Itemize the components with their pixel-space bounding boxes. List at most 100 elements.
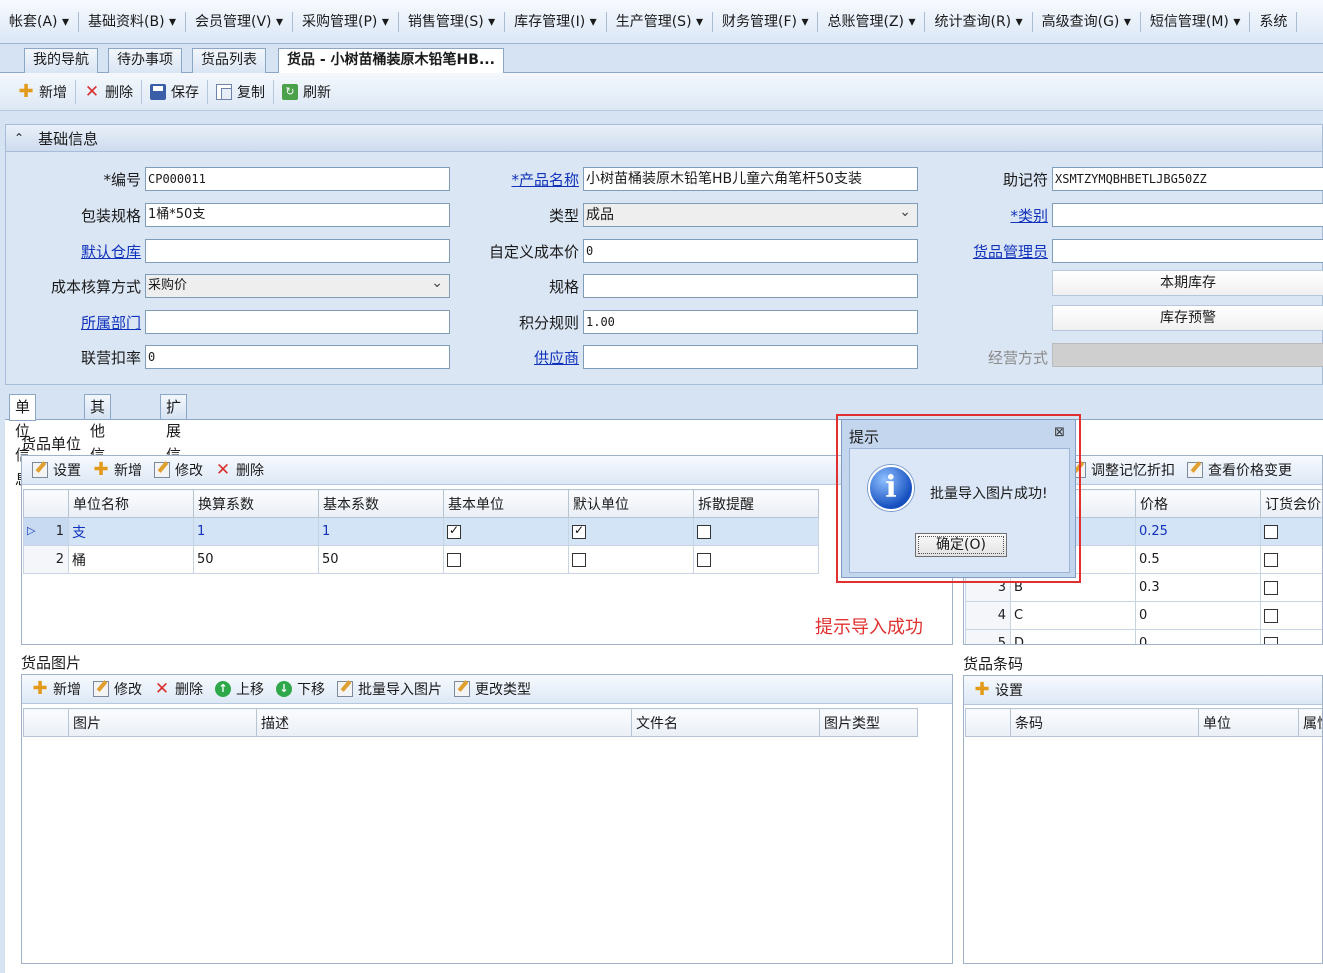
tab-unit-info[interactable]: 单位信息 [9,394,37,488]
images-delete-button[interactable]: ✕ 删除 [148,677,209,701]
unit-name-cell[interactable]: 支 [68,517,194,546]
menu-item-system[interactable]: 系统 [1250,11,1298,32]
tab-product-detail[interactable]: 货品 - 小树苗桶装原木铅笔HB... [278,48,504,74]
category-field[interactable] [1052,203,1323,227]
order-fair-checkbox[interactable] [1264,580,1278,595]
col-unit-name[interactable]: 单位名称 [68,489,194,518]
menu-item-production[interactable]: 生产管理(S) ▾ [607,11,714,32]
menu-item-member[interactable]: 会员管理(V) ▾ [186,11,294,32]
save-button[interactable]: 保存 [142,79,208,104]
points-field[interactable]: 1.00 [583,310,918,334]
tab-other-info[interactable]: 其他信息 [84,394,112,488]
copy-button[interactable]: 复制 [208,79,274,104]
menu-item-sms[interactable]: 短信管理(M) ▾ [1141,11,1251,32]
product-name-field[interactable]: 小树苗桶装原木铅笔HB儿童六角笔杆50支装 [583,167,918,191]
menu-item-basic-data[interactable]: 基础资料(B) ▾ [79,11,187,32]
refresh-button[interactable]: ↻ 刷新 [274,80,339,104]
table-row[interactable]: ▷ 1 支 1 1 [23,517,819,546]
price-cell[interactable]: 0.5 [1135,545,1261,574]
price-cell[interactable]: 0.25 [1135,517,1261,546]
type-select[interactable]: 成品 [583,203,918,227]
basic-info-header[interactable]: ⌃ 基础信息 [5,124,1323,152]
col-split-reminder[interactable]: 拆散提醒 [693,489,819,518]
collapse-icon[interactable]: ⌃ [14,131,24,145]
supplier-link[interactable]: 供应商 [470,348,579,368]
change-type-button[interactable]: 更改类型 [448,677,537,701]
menu-item-advanced-query[interactable]: 高级查询(G) ▾ [1033,11,1141,32]
default-unit-checkbox[interactable] [572,552,586,567]
supplier-field[interactable] [583,345,918,369]
split-reminder-checkbox[interactable] [697,524,711,539]
category-link[interactable]: *类别 [945,206,1048,226]
order-fair-checkbox[interactable] [1264,608,1278,623]
move-down-button[interactable]: ↓ 下移 [270,677,331,701]
department-field[interactable] [145,310,450,334]
col-default-unit[interactable]: 默认单位 [568,489,694,518]
price-cell[interactable]: 0.3 [1135,573,1261,602]
unit-name-cell[interactable]: 桶 [68,545,194,574]
warehouse-field[interactable] [145,239,450,263]
mnemonic-field[interactable]: XSMTZYMQBHBETLJBG50ZZ [1052,167,1323,191]
code-field[interactable]: CP000011 [145,167,450,191]
barcodes-settings-button[interactable]: ✚ 设置 [968,678,1029,702]
cost-method-select[interactable]: 采购价 [145,274,450,298]
menu-item-purchase[interactable]: 采购管理(P) ▾ [293,11,399,32]
table-row[interactable]: 2 桶 50 50 [23,545,819,574]
menu-item-account[interactable]: 帐套(A) ▾ [0,11,79,32]
factor-cell[interactable]: 1 [193,517,319,546]
menu-item-statistics[interactable]: 统计查询(R) ▾ [925,11,1033,32]
ok-button[interactable]: 确定(O) [915,533,1007,557]
col-barcode[interactable]: 条码 [1010,708,1199,737]
base-cell[interactable]: 1 [318,517,444,546]
menu-item-ledger[interactable]: 总账管理(Z) ▾ [818,11,926,32]
delete-button[interactable]: ✕ 删除 [76,79,142,104]
col-conversion-factor[interactable]: 换算系数 [193,489,319,518]
units-add-button[interactable]: ✚ 新增 [87,458,148,482]
custom-cost-field[interactable]: 0 [583,239,918,263]
col-price[interactable]: 价格 [1135,489,1261,518]
warehouse-link[interactable]: 默认仓库 [40,242,141,262]
order-fair-checkbox[interactable] [1264,524,1278,539]
col-order-fair-price[interactable]: 订货会价 [1260,489,1322,518]
units-delete-button[interactable]: ✕ 删除 [209,458,270,482]
price-name-cell[interactable]: D [1010,629,1136,644]
move-up-button[interactable]: ↑ 上移 [209,677,270,701]
close-icon[interactable]: ⊠ [1054,425,1065,440]
adjust-discount-button[interactable]: 调整记忆折扣 [1064,458,1181,482]
price-cell[interactable]: 0 [1135,629,1261,644]
col-attribute[interactable]: 属性 [1298,708,1322,737]
split-reminder-checkbox[interactable] [697,552,711,567]
product-manager-field[interactable] [1052,239,1323,263]
col-image[interactable]: 图片 [68,708,257,737]
tab-my-navigation[interactable]: 我的导航 [24,48,98,73]
factor-cell[interactable]: 50 [193,545,319,574]
table-row[interactable]: 4 C 0 [965,601,1322,630]
price-cell[interactable]: 0 [1135,601,1261,630]
base-cell[interactable]: 50 [318,545,444,574]
menu-item-finance[interactable]: 财务管理(F) ▾ [713,11,819,32]
spec-field[interactable] [583,274,918,298]
col-description[interactable]: 描述 [256,708,632,737]
batch-import-images-button[interactable]: 批量导入图片 [331,677,448,701]
images-add-button[interactable]: ✚ 新增 [26,677,87,701]
price-history-button[interactable]: 查看价格变更 [1181,458,1298,482]
base-unit-checkbox[interactable] [447,552,461,567]
package-field[interactable]: 1桶*50支 [145,203,450,227]
col-base-factor[interactable]: 基本系数 [318,489,444,518]
product-name-link[interactable]: *产品名称 [470,170,579,190]
tab-todo[interactable]: 待办事项 [108,48,182,73]
col-image-type[interactable]: 图片类型 [819,708,918,737]
base-unit-checkbox[interactable] [447,523,461,539]
table-row[interactable]: 5 D 0 [965,629,1322,644]
product-manager-link[interactable]: 货品管理员 [945,242,1048,262]
units-edit-button[interactable]: 修改 [148,458,209,482]
units-settings-button[interactable]: 设置 [26,458,87,482]
department-link[interactable]: 所属部门 [40,313,141,333]
add-button[interactable]: ✚ 新增 [10,79,76,104]
discount-field[interactable]: 0 [145,345,450,369]
col-filename[interactable]: 文件名 [631,708,820,737]
images-edit-button[interactable]: 修改 [87,677,148,701]
stock-alert-button[interactable]: 库存预警 [1052,305,1323,331]
col-base-unit[interactable]: 基本单位 [443,489,569,518]
current-stock-button[interactable]: 本期库存 [1052,270,1323,296]
